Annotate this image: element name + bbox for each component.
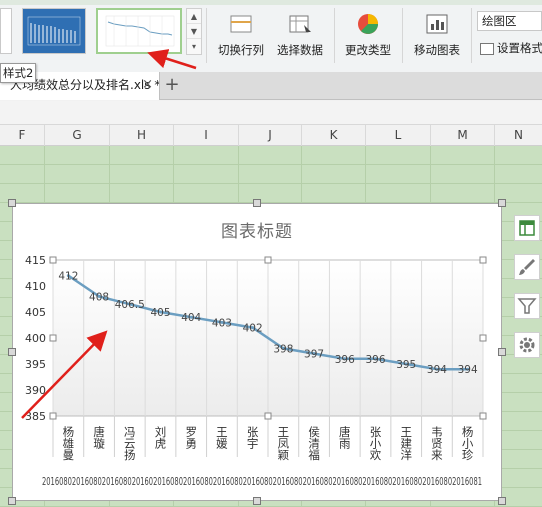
chart-elements-icon: [519, 220, 535, 236]
category-label: 韦贤来: [430, 426, 444, 461]
brush-icon: [519, 259, 535, 275]
category-label: 冯云扬: [123, 426, 137, 461]
data-label: 396: [335, 354, 355, 366]
gear-icon: [519, 337, 535, 353]
data-label: 404: [181, 312, 201, 324]
chart-elements-button[interactable]: [514, 215, 540, 241]
data-label: 412: [58, 271, 78, 283]
category-label: 唐雨: [338, 425, 352, 450]
data-label: 395: [396, 359, 416, 371]
data-label: 398: [273, 343, 293, 355]
category-label: 张小欢: [369, 426, 383, 461]
style-tooltip: 样式2: [0, 63, 36, 83]
plot-area-handle: [49, 334, 57, 342]
data-label: 396: [365, 354, 385, 366]
category-label: 张宇: [246, 426, 260, 449]
category-label: 侯清福: [307, 425, 321, 461]
data-label: 402: [243, 323, 263, 335]
line-chart: 385390395400405410415412408406.5405 404 40…: [21, 49, 487, 488]
plot-area-handle: [479, 412, 487, 420]
category-label: 罗勇: [184, 426, 198, 450]
plot-area-handle: [264, 412, 272, 420]
category-label: 王建洋: [399, 426, 413, 461]
chart-filter-button[interactable]: [514, 293, 540, 319]
data-label: 403: [212, 317, 232, 329]
chart-styles-button[interactable]: [514, 254, 540, 280]
data-label: 397: [304, 349, 324, 361]
plot-area-handle: [479, 334, 487, 342]
category-code-row: 2016080201608020160802016020160802016080…: [42, 476, 482, 488]
data-label: 394: [427, 364, 447, 376]
y-tick-label: 400: [25, 332, 46, 345]
category-label: 杨小珍: [461, 425, 475, 461]
y-tick-label: 405: [25, 306, 46, 319]
category-label: 刘虎: [154, 426, 168, 450]
data-label: 408: [89, 291, 109, 303]
data-label: 405: [150, 307, 170, 319]
y-tick-label: 395: [25, 358, 46, 371]
data-label: 394: [458, 364, 478, 376]
category-label: 王凤颖: [276, 426, 290, 461]
plot-area-handle: [49, 412, 57, 420]
y-tick-label: 410: [25, 280, 46, 293]
plot-area-handle: [479, 256, 487, 264]
category-label: 唐璇: [92, 425, 106, 450]
data-label: 406.5: [115, 299, 145, 311]
category-label: 杨雄曼: [61, 425, 75, 460]
plot-area-handle: [264, 256, 272, 264]
y-tick-label: 415: [25, 254, 46, 267]
chart-settings-button[interactable]: [514, 332, 540, 358]
annotation-arrow-style: [147, 49, 197, 70]
filter-icon: [517, 298, 537, 314]
plot-area-handle: [49, 256, 57, 264]
category-label: 王媛: [215, 426, 229, 450]
